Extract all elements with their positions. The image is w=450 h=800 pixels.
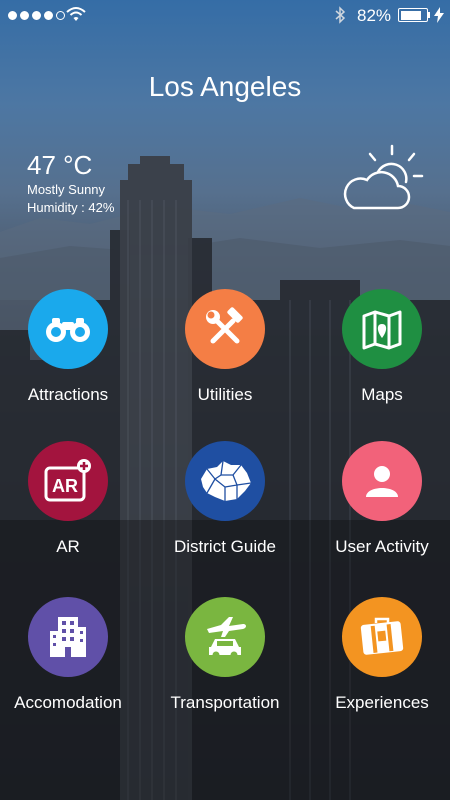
experiences-label: Experiences: [335, 693, 429, 712]
ar-button[interactable]: AR: [28, 441, 108, 521]
tools-icon: [206, 307, 243, 344]
building-icon: [50, 617, 86, 657]
bluetooth-icon: [335, 6, 346, 24]
attractions-button[interactable]: [28, 289, 108, 369]
district-guide-label: District Guide: [173, 537, 277, 556]
maps-button[interactable]: [342, 289, 422, 369]
tile-district-guide[interactable]: District Guide: [150, 441, 300, 557]
utilities-button[interactable]: [185, 289, 265, 369]
transport-icon: [207, 617, 246, 659]
experiences-button[interactable]: [342, 597, 422, 677]
ar-label: AR: [56, 537, 80, 556]
partly-sunny-icon: [343, 144, 424, 210]
transportation-label: Transportation: [170, 693, 280, 712]
tile-accomodation[interactable]: Accomodation: [0, 597, 143, 713]
tile-experiences[interactable]: Experiences: [307, 597, 450, 713]
suitcase-icon: [360, 617, 404, 655]
district-map-icon: [201, 460, 252, 501]
transportation-button[interactable]: [185, 597, 265, 677]
tile-ar[interactable]: AR AR: [0, 441, 143, 557]
user-icon: [366, 466, 398, 497]
battery-icon: [398, 8, 428, 22]
humidity: Humidity : 42%: [27, 200, 115, 215]
tile-attractions[interactable]: Attractions: [0, 289, 143, 405]
svg-text:AR: AR: [52, 476, 78, 496]
user-activity-label: User Activity: [335, 537, 429, 556]
district-guide-button[interactable]: [185, 441, 265, 521]
status-bar: 82%: [0, 0, 450, 30]
utilities-label: Utilities: [197, 385, 253, 404]
binoculars-icon: [46, 318, 90, 342]
weather-condition: Mostly Sunny: [27, 182, 106, 197]
map-icon: [362, 310, 402, 350]
accomodation-button[interactable]: [28, 597, 108, 677]
attractions-label: Attractions: [27, 385, 109, 404]
user-activity-button[interactable]: [342, 441, 422, 521]
temperature: 47 °C: [27, 150, 93, 180]
ar-icon: AR: [44, 459, 91, 502]
wifi-icon: [66, 7, 86, 21]
tile-maps[interactable]: Maps: [307, 289, 450, 405]
tile-user-activity[interactable]: User Activity: [307, 441, 450, 557]
accomodation-label: Accomodation: [14, 693, 122, 712]
tile-utilities[interactable]: Utilities: [150, 289, 300, 405]
battery-percentage: 82%: [357, 6, 392, 25]
maps-label: Maps: [361, 385, 403, 404]
tile-transportation[interactable]: Transportation: [150, 597, 300, 713]
city-title: Los Angeles: [148, 71, 302, 102]
signal-strength-icon: [8, 11, 65, 20]
charging-icon: [434, 7, 444, 23]
